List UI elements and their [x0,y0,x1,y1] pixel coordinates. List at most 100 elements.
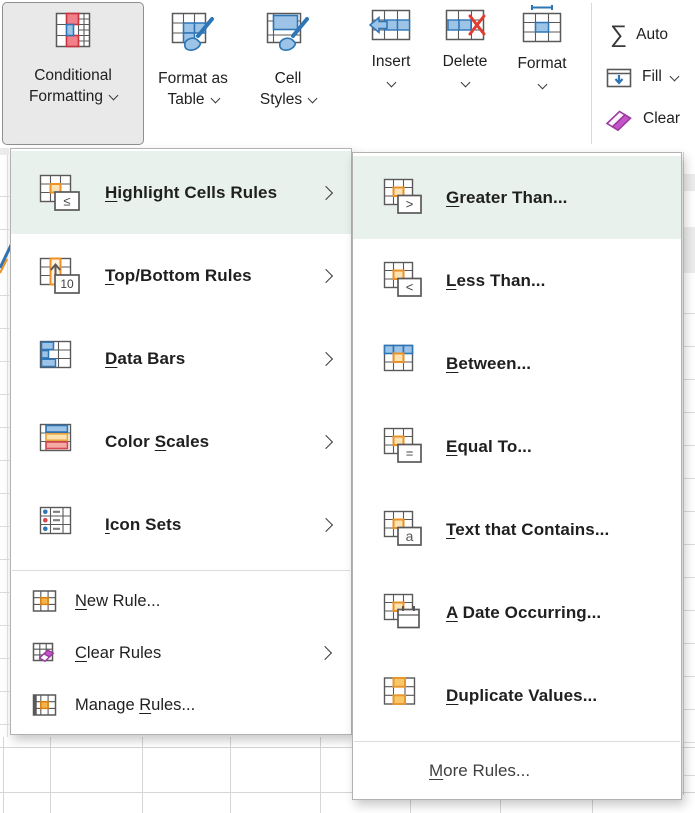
submenu-arrow-icon [318,646,332,660]
format-as-table-button[interactable]: Format as Table [146,2,240,143]
chevron-down-icon [386,78,396,88]
menu-item-label: Clear Rules [75,644,161,663]
ribbon-group-divider [591,3,592,144]
submenu-item-label: Text that Contains... [446,520,609,540]
new-rule-icon [32,589,58,613]
menu-item-data-bars[interactable]: Data Bars [11,317,351,400]
submenu-arrow-icon [319,268,333,282]
menu-item-label: Data Bars [105,349,185,369]
delete-button[interactable]: Delete [429,8,501,88]
submenu-item-label: Duplicate Values... [446,686,597,706]
ribbon: Conditional Formatting Format as Table [0,0,695,148]
menu-item-manage-rules[interactable]: Manage Rules... [11,679,351,731]
submenu-item-more-rules[interactable]: More Rules... [353,746,681,796]
submenu-item-between[interactable]: Between... [353,322,681,405]
svg-text:10: 10 [60,277,74,291]
excel-window: Conditional Formatting Format as Table [0,0,695,813]
chevron-down-icon [537,80,547,90]
submenu-item-duplicate-values[interactable]: Duplicate Values... [353,654,681,737]
data-bars-icon [39,339,83,379]
chevron-down-icon [109,91,119,101]
clear-button[interactable]: Clear [604,105,680,133]
submenu-arrow-icon [319,434,333,448]
highlight-cells-rules-submenu: > Greater Than... < Less Than... [352,152,682,800]
chevron-down-icon [210,94,220,104]
submenu-item-label: Between... [446,354,531,374]
less-than-icon: < [383,261,429,301]
delete-label: Delete [443,53,488,71]
between-icon [383,344,429,384]
equal-to-icon: = [383,427,429,467]
icon-sets-icon [39,505,83,545]
text-that-contains-icon: a [383,510,429,550]
clear-label: Clear [643,110,680,128]
fill-button[interactable]: Fill [606,63,678,91]
highlight-cells-rules-icon: ≤ [39,173,83,213]
submenu-item-label: More Rules... [429,761,530,781]
menu-item-clear-rules[interactable]: Clear Rules [11,627,351,679]
submenu-item-label: Equal To... [446,437,532,457]
svg-text:<: < [406,279,414,294]
clear-rules-icon [32,641,58,665]
insert-button[interactable]: Insert [357,8,425,88]
eraser-icon [604,106,634,133]
svg-text:=: = [406,445,414,460]
insert-label: Insert [372,53,411,71]
menu-item-icon-sets[interactable]: Icon Sets [11,483,351,566]
format-button[interactable]: Format [505,4,579,90]
duplicate-values-icon [383,676,429,716]
menu-item-color-scales[interactable]: Color Scales [11,400,351,483]
fill-down-icon [606,66,633,89]
autosum-button[interactable]: ∑ Auto [610,21,668,49]
svg-text:>: > [406,196,414,211]
svg-text:≤: ≤ [63,193,70,208]
manage-rules-icon [32,693,58,717]
submenu-item-less-than[interactable]: < Less Than... [353,239,681,322]
format-cells-icon [520,4,564,44]
conditional-formatting-button[interactable]: Conditional Formatting [2,2,144,145]
conditional-formatting-menu: ≤ Highlight Cells Rules 10 Top/Bottom Ru… [10,148,352,735]
submenu-item-a-date-occurring[interactable]: A Date Occurring... [353,571,681,654]
autosum-label: Auto [636,26,668,44]
conditional-formatting-label: Conditional Formatting [29,65,117,107]
top-bottom-rules-icon: 10 [39,256,83,296]
menu-item-new-rule[interactable]: New Rule... [11,575,351,627]
submenu-item-text-that-contains[interactable]: a Text that Contains... [353,488,681,571]
submenu-arrow-icon [319,517,333,531]
greater-than-icon: > [383,178,429,218]
cell-styles-button[interactable]: Cell Styles [242,2,334,143]
svg-text:a: a [406,528,414,544]
submenu-arrow-icon [319,351,333,365]
format-as-table-icon [170,9,216,53]
chevron-down-icon [460,78,470,88]
fill-label: Fill [642,68,662,86]
chevron-down-icon [669,71,679,81]
submenu-item-equal-to[interactable]: = Equal To... [353,405,681,488]
cell-styles-label: Cell Styles [260,68,316,110]
format-label: Format [517,55,566,73]
delete-cells-icon [443,8,487,42]
format-as-table-label: Format as Table [158,68,228,110]
a-date-occurring-icon [383,593,429,633]
cell-styles-icon [265,9,311,53]
chevron-down-icon [308,94,318,104]
color-scales-icon [39,422,83,462]
menu-item-top-bottom-rules[interactable]: 10 Top/Bottom Rules [11,234,351,317]
menu-item-label: Highlight Cells Rules [105,183,277,203]
insert-cells-icon [369,8,413,42]
submenu-item-label: Greater Than... [446,188,567,208]
submenu-arrow-icon [319,185,333,199]
conditional-formatting-icon [53,10,93,50]
submenu-item-label: A Date Occurring... [446,603,601,623]
menu-separator [12,570,350,571]
menu-item-label: Top/Bottom Rules [105,266,252,286]
menu-item-label: Icon Sets [105,515,181,535]
menu-item-label: New Rule... [75,592,160,611]
sigma-icon: ∑ [610,22,627,48]
submenu-item-label: Less Than... [446,271,545,291]
menu-item-highlight-cells-rules[interactable]: ≤ Highlight Cells Rules [11,151,351,234]
submenu-item-greater-than[interactable]: > Greater Than... [353,156,681,239]
menu-item-label: Manage Rules... [75,696,195,715]
menu-separator [354,741,680,742]
menu-item-label: Color Scales [105,432,209,452]
